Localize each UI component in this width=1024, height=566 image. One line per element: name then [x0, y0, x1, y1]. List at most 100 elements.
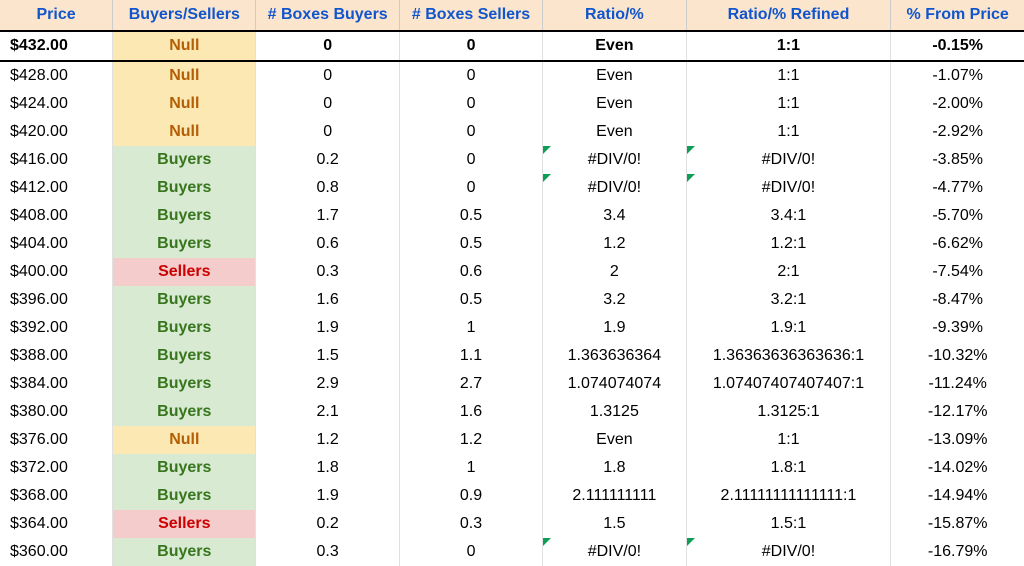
cell-boxes-buyers[interactable]: 1.7 — [256, 202, 399, 230]
table-row[interactable]: $380.00Buyers2.11.61.31251.3125:1-12.17% — [0, 398, 1024, 426]
cell-ratio-refined[interactable]: 1:1 — [686, 31, 891, 61]
cell-buyers-sellers[interactable]: Buyers — [113, 202, 256, 230]
cell-boxes-buyers[interactable]: 0.8 — [256, 174, 399, 202]
cell-ratio-refined[interactable]: 1:1 — [686, 118, 891, 146]
cell-buyers-sellers[interactable]: Buyers — [113, 398, 256, 426]
cell-from-price[interactable]: -3.85% — [891, 146, 1024, 174]
cell-price[interactable]: $400.00 — [0, 258, 113, 286]
cell-from-price[interactable]: -5.70% — [891, 202, 1024, 230]
cell-boxes-buyers[interactable]: 0.6 — [256, 230, 399, 258]
cell-ratio-refined[interactable]: 3.4:1 — [686, 202, 891, 230]
table-row[interactable]: $412.00Buyers0.80#DIV/0!#DIV/0!-4.77% — [0, 174, 1024, 202]
cell-boxes-sellers[interactable]: 0 — [399, 31, 542, 61]
cell-buyers-sellers[interactable]: Buyers — [113, 454, 256, 482]
cell-buyers-sellers[interactable]: Null — [113, 61, 256, 90]
cell-ratio[interactable]: 1.074074074 — [543, 370, 686, 398]
cell-buyers-sellers[interactable]: Buyers — [113, 482, 256, 510]
cell-boxes-sellers[interactable]: 1 — [399, 454, 542, 482]
header-from-price[interactable]: % From Price — [891, 0, 1024, 31]
cell-from-price[interactable]: -8.47% — [891, 286, 1024, 314]
cell-price[interactable]: $368.00 — [0, 482, 113, 510]
cell-ratio[interactable]: 1.2 — [543, 230, 686, 258]
cell-boxes-sellers[interactable]: 0.3 — [399, 510, 542, 538]
table-row[interactable]: $364.00Sellers0.20.31.51.5:1-15.87% — [0, 510, 1024, 538]
header-boxes-buyers[interactable]: # Boxes Buyers — [256, 0, 399, 31]
cell-buyers-sellers[interactable]: Buyers — [113, 286, 256, 314]
cell-buyers-sellers[interactable]: Null — [113, 90, 256, 118]
cell-buyers-sellers[interactable]: Buyers — [113, 538, 256, 566]
cell-boxes-sellers[interactable]: 1.1 — [399, 342, 542, 370]
cell-boxes-sellers[interactable]: 1.6 — [399, 398, 542, 426]
cell-boxes-sellers[interactable]: 0 — [399, 118, 542, 146]
cell-ratio-refined[interactable]: 1:1 — [686, 426, 891, 454]
cell-boxes-buyers[interactable]: 1.5 — [256, 342, 399, 370]
cell-price[interactable]: $416.00 — [0, 146, 113, 174]
cell-boxes-buyers[interactable]: 0 — [256, 31, 399, 61]
cell-boxes-sellers[interactable]: 0 — [399, 538, 542, 566]
cell-from-price[interactable]: -1.07% — [891, 61, 1024, 90]
cell-boxes-sellers[interactable]: 2.7 — [399, 370, 542, 398]
cell-price[interactable]: $424.00 — [0, 90, 113, 118]
cell-boxes-sellers[interactable]: 0 — [399, 61, 542, 90]
cell-boxes-sellers[interactable]: 0.9 — [399, 482, 542, 510]
cell-buyers-sellers[interactable]: Buyers — [113, 230, 256, 258]
cell-ratio-refined[interactable]: 2.11111111111111:1 — [686, 482, 891, 510]
cell-price[interactable]: $404.00 — [0, 230, 113, 258]
cell-price[interactable]: $428.00 — [0, 61, 113, 90]
cell-ratio[interactable]: 1.363636364 — [543, 342, 686, 370]
cell-ratio-refined[interactable]: 1.36363636363636:1 — [686, 342, 891, 370]
cell-buyers-sellers[interactable]: Sellers — [113, 510, 256, 538]
cell-price[interactable]: $388.00 — [0, 342, 113, 370]
cell-boxes-buyers[interactable]: 0 — [256, 118, 399, 146]
cell-from-price[interactable]: -14.02% — [891, 454, 1024, 482]
cell-buyers-sellers[interactable]: Buyers — [113, 146, 256, 174]
table-row[interactable]: $388.00Buyers1.51.11.3636363641.36363636… — [0, 342, 1024, 370]
cell-buyers-sellers[interactable]: Null — [113, 426, 256, 454]
cell-ratio-refined[interactable]: #DIV/0! — [686, 146, 891, 174]
table-row[interactable]: $368.00Buyers1.90.92.1111111112.11111111… — [0, 482, 1024, 510]
table-row[interactable]: $384.00Buyers2.92.71.0740740741.07407407… — [0, 370, 1024, 398]
header-buyers-sellers[interactable]: Buyers/Sellers — [113, 0, 256, 31]
table-row[interactable]: $420.00Null00Even1:1-2.92% — [0, 118, 1024, 146]
cell-ratio[interactable]: Even — [543, 118, 686, 146]
cell-from-price[interactable]: -2.00% — [891, 90, 1024, 118]
cell-boxes-buyers[interactable]: 0 — [256, 90, 399, 118]
cell-price[interactable]: $420.00 — [0, 118, 113, 146]
cell-buyers-sellers[interactable]: Buyers — [113, 370, 256, 398]
cell-boxes-buyers[interactable]: 1.2 — [256, 426, 399, 454]
cell-from-price[interactable]: -14.94% — [891, 482, 1024, 510]
cell-boxes-sellers[interactable]: 1 — [399, 314, 542, 342]
cell-from-price[interactable]: -16.79% — [891, 538, 1024, 566]
cell-from-price[interactable]: -4.77% — [891, 174, 1024, 202]
cell-from-price[interactable]: -10.32% — [891, 342, 1024, 370]
cell-ratio[interactable]: 2 — [543, 258, 686, 286]
table-row[interactable]: $392.00Buyers1.911.91.9:1-9.39% — [0, 314, 1024, 342]
table-row[interactable]: $376.00Null1.21.2Even1:1-13.09% — [0, 426, 1024, 454]
cell-from-price[interactable]: -0.15% — [891, 31, 1024, 61]
cell-buyers-sellers[interactable]: Buyers — [113, 342, 256, 370]
cell-buyers-sellers[interactable]: Buyers — [113, 174, 256, 202]
cell-ratio[interactable]: 3.4 — [543, 202, 686, 230]
cell-from-price[interactable]: -2.92% — [891, 118, 1024, 146]
header-ratio-refined[interactable]: Ratio/% Refined — [686, 0, 891, 31]
cell-ratio[interactable]: Even — [543, 426, 686, 454]
cell-boxes-buyers[interactable]: 1.6 — [256, 286, 399, 314]
cell-boxes-buyers[interactable]: 0 — [256, 61, 399, 90]
cell-ratio-refined[interactable]: 1:1 — [686, 61, 891, 90]
cell-ratio-refined[interactable]: 1.2:1 — [686, 230, 891, 258]
cell-ratio-refined[interactable]: #DIV/0! — [686, 174, 891, 202]
cell-ratio[interactable]: 1.8 — [543, 454, 686, 482]
cell-ratio[interactable]: #DIV/0! — [543, 538, 686, 566]
table-row[interactable]: $404.00Buyers0.60.51.21.2:1-6.62% — [0, 230, 1024, 258]
cell-boxes-buyers[interactable]: 2.9 — [256, 370, 399, 398]
cell-price[interactable]: $360.00 — [0, 538, 113, 566]
cell-from-price[interactable]: -9.39% — [891, 314, 1024, 342]
cell-price[interactable]: $384.00 — [0, 370, 113, 398]
header-price[interactable]: Price — [0, 0, 113, 31]
cell-ratio[interactable]: Even — [543, 31, 686, 61]
cell-ratio-refined[interactable]: 1.3125:1 — [686, 398, 891, 426]
cell-ratio[interactable]: 2.111111111 — [543, 482, 686, 510]
header-ratio[interactable]: Ratio/% — [543, 0, 686, 31]
cell-buyers-sellers[interactable]: Buyers — [113, 314, 256, 342]
cell-price[interactable]: $372.00 — [0, 454, 113, 482]
